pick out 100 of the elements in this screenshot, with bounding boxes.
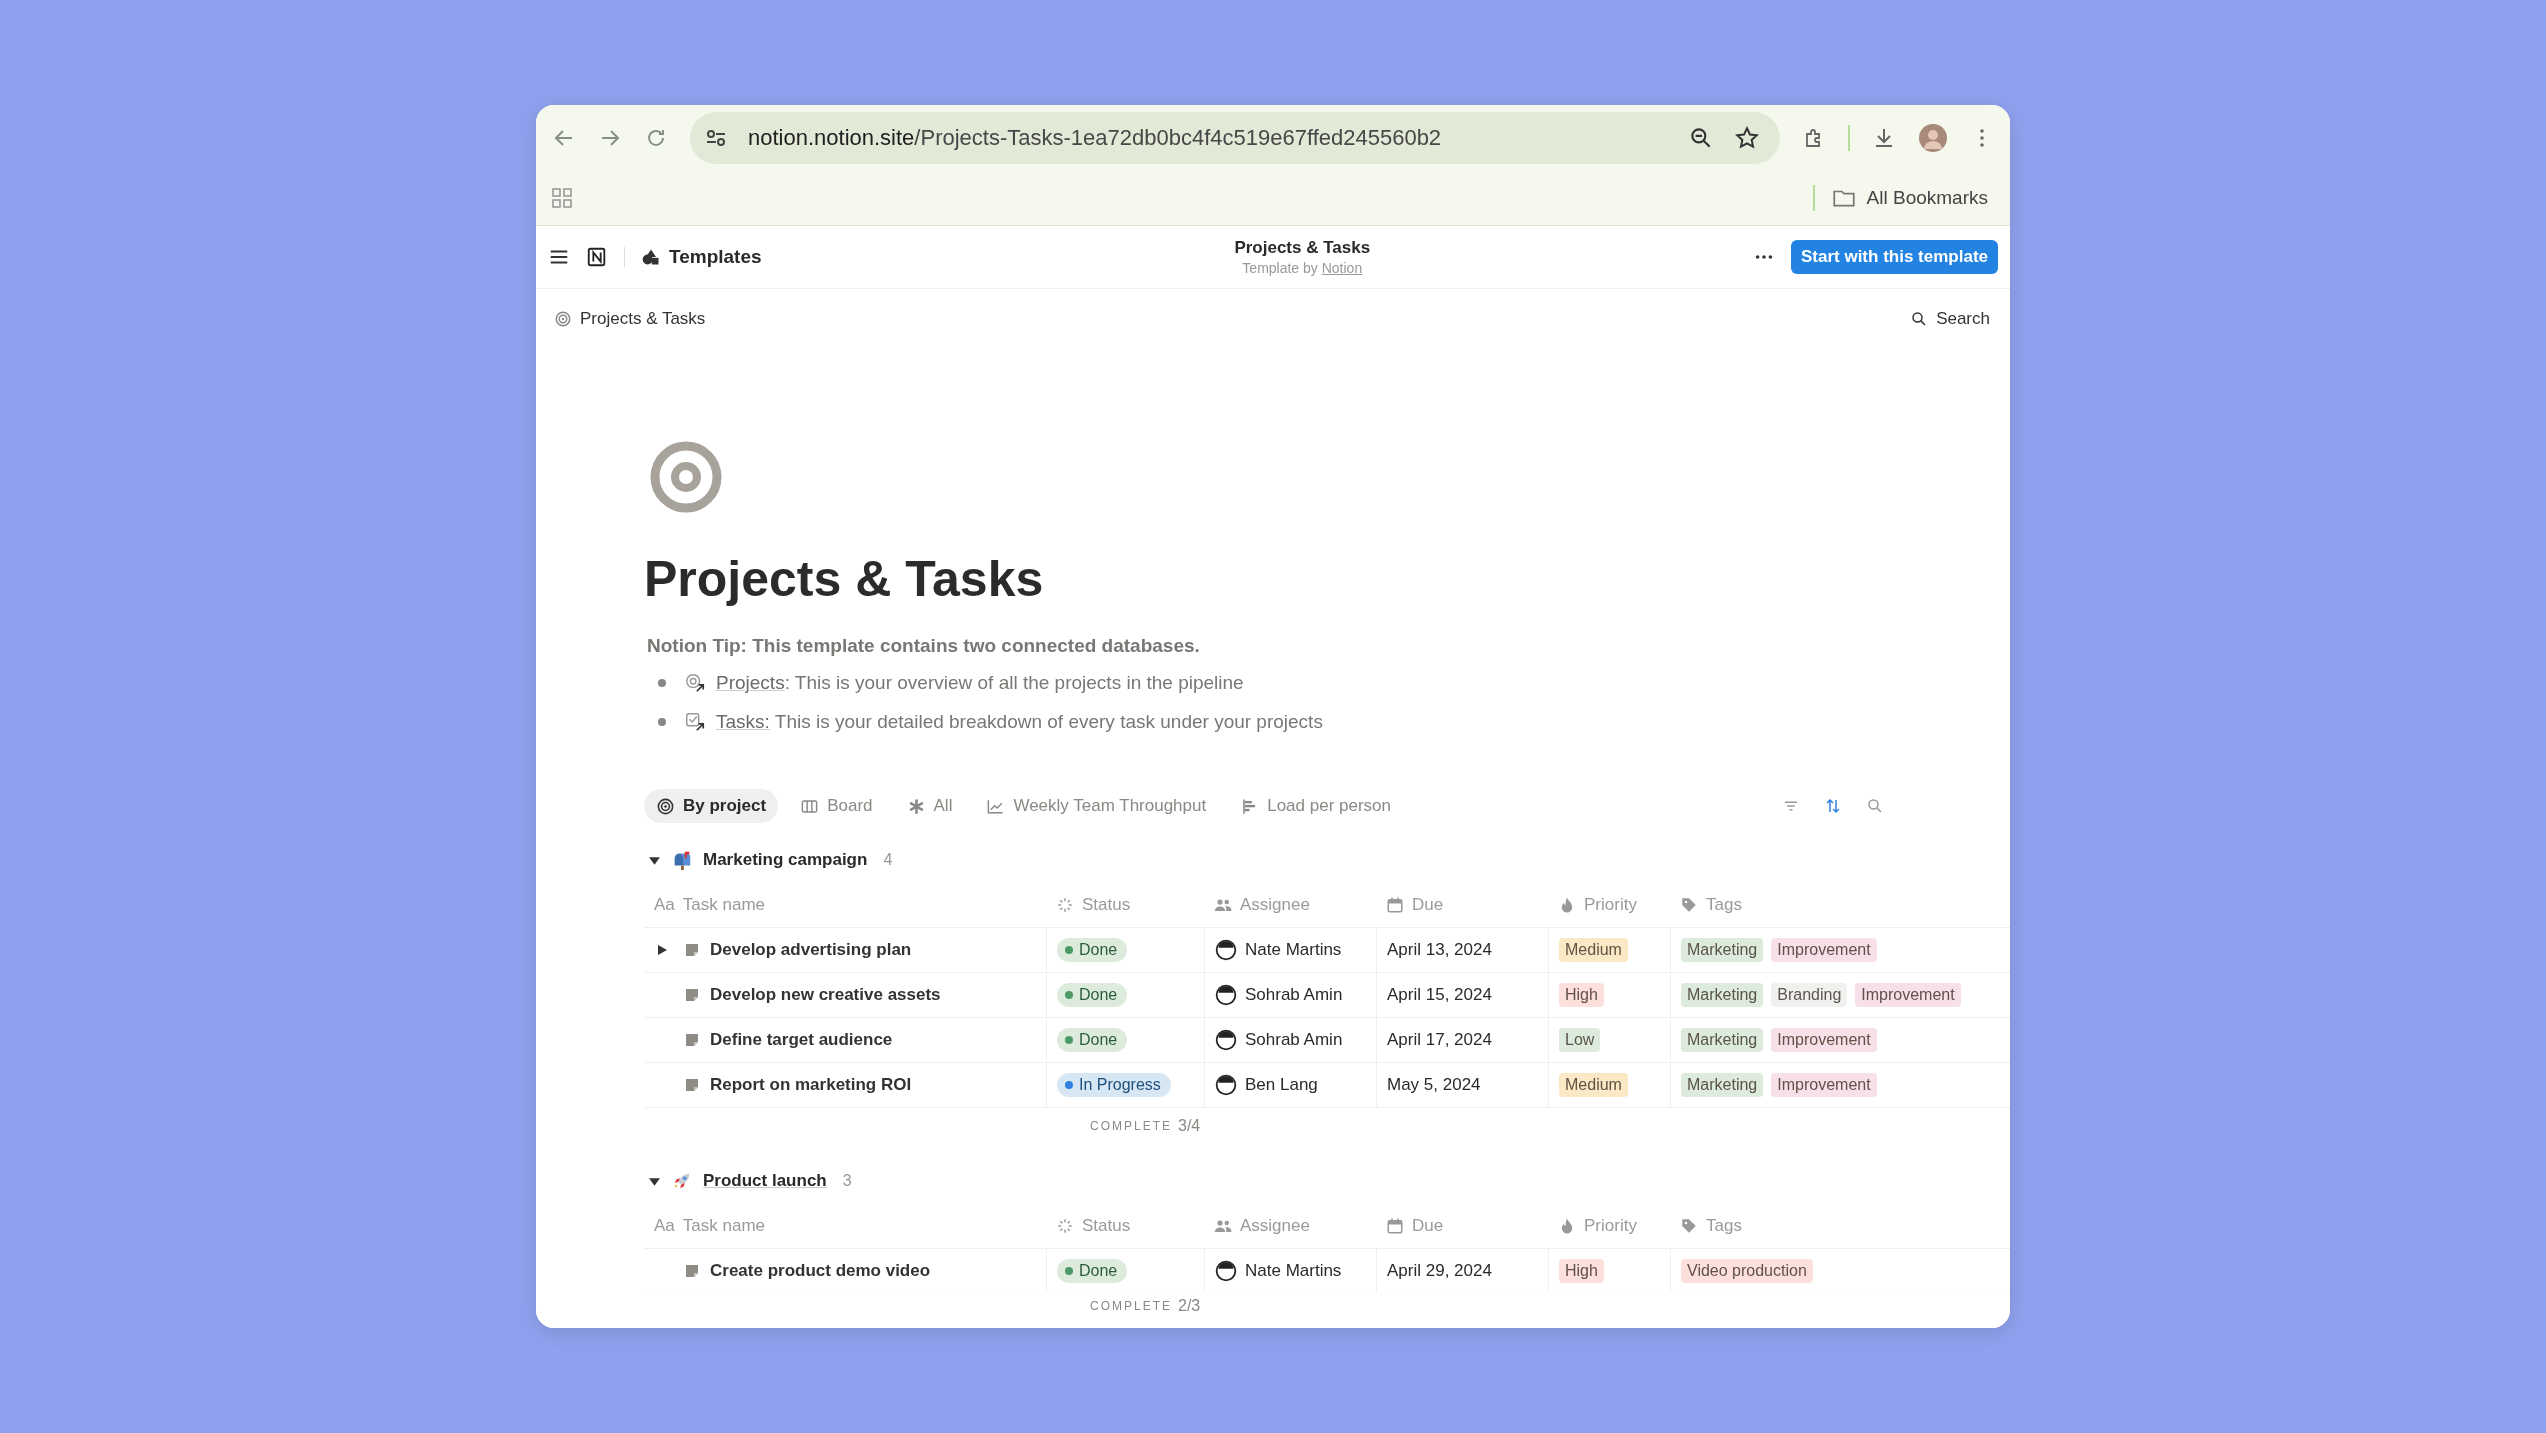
calendar-icon	[1386, 1217, 1404, 1235]
tag: Improvement	[1771, 1073, 1877, 1097]
page-icon	[684, 942, 700, 958]
due-date: May 5, 2024	[1387, 1075, 1481, 1095]
column-header[interactable]: Aa Task name	[644, 1204, 1046, 1248]
assignee-name: Sohrab Amin	[1245, 1030, 1343, 1050]
priority-tag: Low	[1559, 1028, 1601, 1052]
bullet-icon	[658, 678, 666, 687]
view-tab[interactable]: Load per person	[1228, 789, 1404, 823]
assignee-name: Ben Lang	[1245, 1075, 1318, 1095]
target-link-icon	[684, 671, 706, 694]
notion-logo-icon[interactable]	[586, 246, 608, 268]
view-tab[interactable]: By project	[644, 789, 779, 823]
page-icon	[684, 1263, 700, 1279]
star-icon[interactable]	[1734, 125, 1760, 151]
avatar-icon	[1215, 1074, 1237, 1096]
group-title[interactable]: Marketing campaign	[703, 850, 868, 870]
status-tag: Done	[1057, 1028, 1128, 1052]
people-icon	[1214, 1217, 1232, 1235]
page-title: Projects & Tasks	[644, 550, 1045, 609]
page-link[interactable]: Tasks:	[716, 710, 770, 732]
avatar-icon	[1215, 984, 1237, 1006]
bookmarks-button[interactable]: All Bookmarks	[1830, 185, 1988, 211]
workspace-link[interactable]: Templates	[641, 246, 762, 268]
view-tab[interactable]: Board	[788, 789, 885, 823]
tag: Improvement	[1771, 1028, 1877, 1052]
bullet-text: Tasks: This is your detailed breakdown of every task under your projects	[716, 710, 1323, 733]
page-icon	[684, 987, 700, 1003]
tag: Marketing	[1681, 1028, 1764, 1052]
breadcrumb-link[interactable]: Projects & Tasks	[554, 309, 706, 329]
group-count: 4	[883, 851, 893, 869]
view-tab[interactable]: All	[894, 789, 965, 823]
expand-icon[interactable]	[656, 944, 668, 956]
status-icon	[1056, 1217, 1074, 1235]
avatar-icon	[1215, 1029, 1237, 1051]
due-date: April 29, 2024	[1387, 1261, 1492, 1281]
column-header[interactable]: Status	[1046, 883, 1204, 927]
people-icon	[1214, 896, 1232, 914]
completion-summary: COMPLETE 2/3	[1089, 1296, 1202, 1316]
avatar-icon	[1215, 1260, 1237, 1282]
avatar-icon	[1215, 939, 1237, 961]
status-tag: In Progress	[1057, 1073, 1171, 1097]
column-header[interactable]: Due	[1376, 1204, 1548, 1248]
due-date: April 13, 2024	[1387, 940, 1492, 960]
start-template-button[interactable]: Start with this template	[1790, 240, 1998, 274]
page-icon	[684, 1077, 700, 1093]
view-tab[interactable]: Weekly Team Throughput	[974, 789, 1219, 823]
search-button[interactable]: Search	[1910, 309, 1990, 329]
tag: Improvement	[1855, 983, 1961, 1007]
tag-icon	[1680, 896, 1698, 914]
tag: Improvement	[1771, 938, 1877, 962]
column-header[interactable]: Priority	[1548, 883, 1670, 927]
template-byline: Template by Notion	[1242, 260, 1363, 276]
task-name[interactable]: Report on marketing ROI	[710, 1075, 912, 1095]
search-icon[interactable]	[1866, 797, 1884, 815]
column-header[interactable]: Due	[1376, 883, 1548, 927]
sort-icon[interactable]	[1824, 797, 1842, 815]
priority-tag: Medium	[1559, 938, 1628, 962]
column-header[interactable]: Assignee	[1204, 1204, 1376, 1248]
priority-tag: High	[1559, 983, 1604, 1007]
tag-icon	[1680, 1217, 1698, 1235]
url-text: notion.notion.site/Projects-Tasks-1ea72db0bc4f4c519e67ffed245560b2	[748, 125, 1443, 151]
task-name[interactable]: Develop advertising plan	[710, 940, 912, 960]
target-icon	[650, 441, 722, 513]
completion-summary: COMPLETE 3/4	[1089, 1116, 1202, 1136]
assignee-name: Sohrab Amin	[1245, 985, 1343, 1005]
template-title: Projects & Tasks	[1234, 238, 1371, 258]
priority-tag: High	[1559, 1259, 1604, 1283]
due-date: April 15, 2024	[1387, 985, 1492, 1005]
column-header[interactable]: Priority	[1548, 1204, 1670, 1248]
group-title[interactable]: Product launch	[703, 1171, 827, 1191]
address-bar[interactable]: notion.notion.site/Projects-Tasks-1ea72db0bc4f4c519e67ffed245560b2	[690, 112, 1780, 164]
task-name[interactable]: Define target audience	[710, 1030, 893, 1050]
page-icon	[684, 1032, 700, 1048]
task-name[interactable]: Develop new creative assets	[710, 985, 941, 1005]
assignee-name: Nate Martins	[1245, 940, 1342, 960]
calendar-icon	[1386, 896, 1404, 914]
avatar-icon[interactable]	[1918, 123, 1948, 153]
status-icon	[1056, 896, 1074, 914]
column-header[interactable]: Tags	[1670, 1204, 2010, 1248]
tag: Marketing	[1681, 1073, 1764, 1097]
column-header[interactable]: Aa Task name	[644, 883, 1046, 927]
priority-tag: Medium	[1559, 1073, 1628, 1097]
group-count: 3	[842, 1172, 852, 1190]
due-date: April 17, 2024	[1387, 1030, 1492, 1050]
tag: Marketing	[1681, 983, 1764, 1007]
bullet-text: Projects: This is your overview of all the projects in the pipeline	[716, 671, 1244, 694]
checkbox-link-icon	[684, 710, 706, 733]
tag: Marketing	[1681, 938, 1764, 962]
target-icon	[554, 310, 572, 328]
status-tag: Done	[1057, 983, 1128, 1007]
bullet-icon	[658, 717, 666, 726]
column-header[interactable]: Assignee	[1204, 883, 1376, 927]
page-link[interactable]: Projects	[716, 671, 785, 693]
task-name[interactable]: Create product demo video	[710, 1261, 931, 1281]
tip-text: Notion Tip: This template contains two connected databases.	[647, 635, 1201, 657]
column-header[interactable]: Tags	[1670, 883, 2010, 927]
author-link[interactable]: Notion	[1321, 260, 1363, 276]
column-header[interactable]: Status	[1046, 1204, 1204, 1248]
assignee-name: Nate Martins	[1245, 1261, 1342, 1281]
